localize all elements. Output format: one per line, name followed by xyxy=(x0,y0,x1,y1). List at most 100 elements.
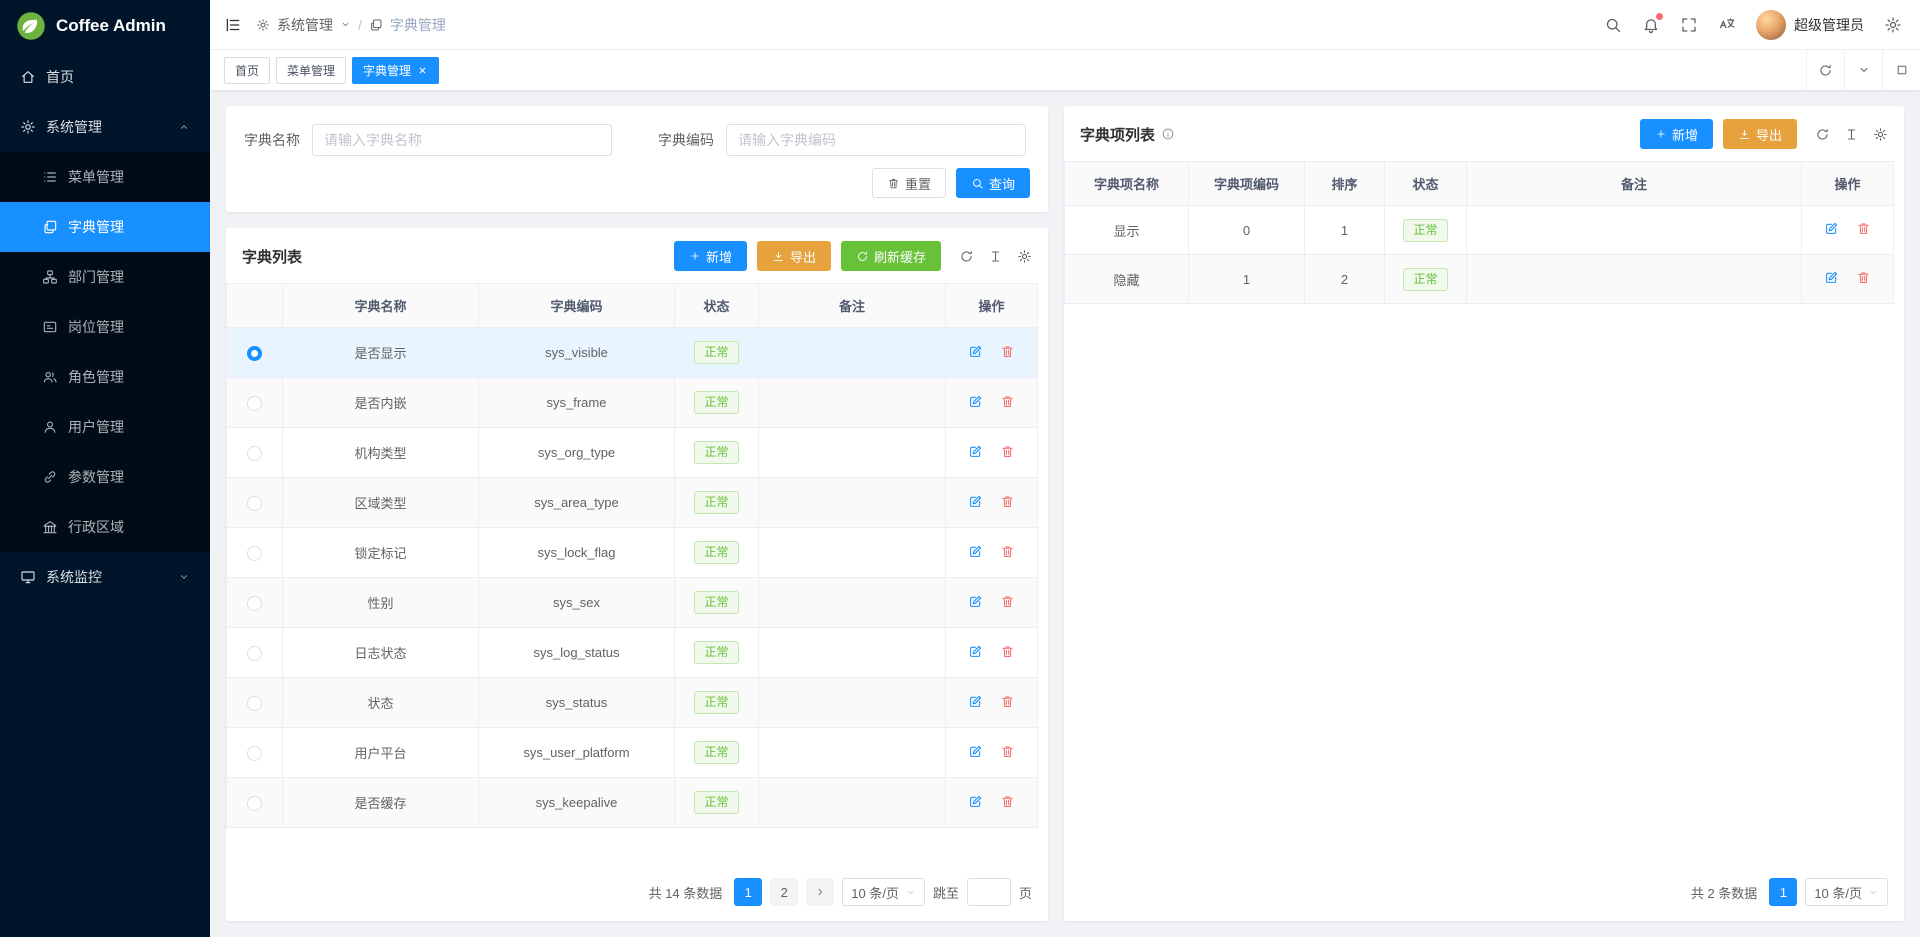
menu-fold-icon[interactable] xyxy=(224,16,242,34)
refresh-icon[interactable] xyxy=(959,249,974,264)
maximize-icon[interactable] xyxy=(1882,50,1920,90)
row-select-radio[interactable] xyxy=(247,796,262,811)
delete-icon[interactable] xyxy=(1000,394,1015,409)
sidebar-item-user-mgmt[interactable]: 用户管理 xyxy=(0,402,210,452)
row-select-radio[interactable] xyxy=(247,746,262,761)
table-row[interactable]: 用户平台 sys_user_platform 正常 xyxy=(227,728,1038,778)
user-menu[interactable]: 超级管理员 xyxy=(1756,10,1864,40)
column-settings-gear-icon[interactable] xyxy=(1017,249,1032,264)
delete-icon[interactable] xyxy=(1000,444,1015,459)
delete-icon[interactable] xyxy=(1000,794,1015,809)
row-select-radio[interactable] xyxy=(247,446,262,461)
breadcrumb-item-system[interactable]: 系统管理 xyxy=(277,15,333,35)
table-row[interactable]: 锁定标记 sys_lock_flag 正常 xyxy=(227,528,1038,578)
row-select-radio[interactable] xyxy=(247,646,262,661)
sidebar-group-system[interactable]: 系统管理 xyxy=(0,102,210,152)
refresh-cache-button[interactable]: 刷新缓存 xyxy=(841,241,941,271)
delete-icon[interactable] xyxy=(1856,270,1871,285)
table-row[interactable]: 是否缓存 sys_keepalive 正常 xyxy=(227,778,1038,828)
export-items-button[interactable]: 导出 xyxy=(1723,119,1797,149)
edit-icon[interactable] xyxy=(968,794,983,809)
avatar[interactable] xyxy=(1756,10,1786,40)
row-select-radio[interactable] xyxy=(247,546,262,561)
delete-icon[interactable] xyxy=(1000,594,1015,609)
edit-icon[interactable] xyxy=(1824,221,1839,236)
dict-code-input[interactable] xyxy=(726,124,1026,156)
page-button-1[interactable]: 1 xyxy=(734,878,762,906)
info-icon[interactable] xyxy=(1161,127,1175,141)
tab-home[interactable]: 首页 xyxy=(224,57,270,84)
translate-icon[interactable] xyxy=(1718,16,1736,34)
edit-icon[interactable] xyxy=(968,694,983,709)
sidebar-item-menu-mgmt[interactable]: 菜单管理 xyxy=(0,152,210,202)
tab-menu-mgmt[interactable]: 菜单管理 xyxy=(276,57,346,84)
edit-icon[interactable] xyxy=(968,444,983,459)
add-item-button[interactable]: 新增 xyxy=(1640,119,1713,149)
row-select-radio[interactable] xyxy=(247,346,262,361)
edit-icon[interactable] xyxy=(968,644,983,659)
edit-icon[interactable] xyxy=(968,344,983,359)
add-button[interactable]: 新增 xyxy=(674,241,747,271)
delete-icon[interactable] xyxy=(1000,644,1015,659)
delete-icon[interactable] xyxy=(1000,344,1015,359)
delete-icon[interactable] xyxy=(1000,744,1015,759)
row-select-radio[interactable] xyxy=(247,696,262,711)
bell-icon[interactable] xyxy=(1642,16,1660,34)
page-size-select[interactable]: 10 条/页 xyxy=(1805,878,1888,906)
sidebar-item-role-mgmt[interactable]: 角色管理 xyxy=(0,352,210,402)
sidebar-group-monitor[interactable]: 系统监控 xyxy=(0,552,210,602)
app-logo[interactable]: Coffee Admin xyxy=(0,0,210,52)
row-select-radio[interactable] xyxy=(247,496,262,511)
next-page-button[interactable] xyxy=(806,878,834,906)
close-icon[interactable] xyxy=(417,65,428,76)
edit-icon[interactable] xyxy=(968,494,983,509)
delete-icon[interactable] xyxy=(1856,221,1871,236)
page-size-select[interactable]: 10 条/页 xyxy=(842,878,925,906)
table-row[interactable]: 显示 0 1 正常 xyxy=(1065,206,1894,255)
row-select-radio[interactable] xyxy=(247,596,262,611)
chevron-down-icon[interactable] xyxy=(1844,50,1882,90)
dictionary-icon xyxy=(42,219,58,235)
edit-icon[interactable] xyxy=(968,544,983,559)
home-icon xyxy=(20,69,36,85)
edit-icon[interactable] xyxy=(1824,270,1839,285)
sidebar-item-region[interactable]: 行政区域 xyxy=(0,502,210,552)
delete-icon[interactable] xyxy=(1000,544,1015,559)
column-height-icon[interactable] xyxy=(988,249,1003,264)
settings-gear-icon[interactable] xyxy=(1884,16,1902,34)
sidebar-item-param-mgmt[interactable]: 参数管理 xyxy=(0,452,210,502)
table-row[interactable]: 区域类型 sys_area_type 正常 xyxy=(227,478,1038,528)
search-icon[interactable] xyxy=(1604,16,1622,34)
jump-page-input[interactable] xyxy=(967,878,1011,906)
sidebar-item-dept-mgmt[interactable]: 部门管理 xyxy=(0,252,210,302)
edit-icon[interactable] xyxy=(968,594,983,609)
export-button[interactable]: 导出 xyxy=(757,241,831,271)
dict-name-input[interactable] xyxy=(312,124,612,156)
sidebar-item-home[interactable]: 首页 xyxy=(0,52,210,102)
row-select-radio[interactable] xyxy=(247,396,262,411)
table-row[interactable]: 是否内嵌 sys_frame 正常 xyxy=(227,378,1038,428)
sidebar-item-post-mgmt[interactable]: 岗位管理 xyxy=(0,302,210,352)
reset-button[interactable]: 重置 xyxy=(872,168,946,198)
refresh-icon[interactable] xyxy=(1815,127,1830,142)
column-settings-gear-icon[interactable] xyxy=(1873,127,1888,142)
tab-dict-mgmt[interactable]: 字典管理 xyxy=(352,57,439,84)
sidebar-item-dict-mgmt[interactable]: 字典管理 xyxy=(0,202,210,252)
table-row[interactable]: 日志状态 sys_log_status 正常 xyxy=(227,628,1038,678)
page-button-2[interactable]: 2 xyxy=(770,878,798,906)
table-row[interactable]: 隐藏 1 2 正常 xyxy=(1065,255,1894,304)
delete-icon[interactable] xyxy=(1000,494,1015,509)
table-row[interactable]: 性别 sys_sex 正常 xyxy=(227,578,1038,628)
table-row[interactable]: 是否显示 sys_visible 正常 xyxy=(227,328,1038,378)
refresh-icon[interactable] xyxy=(1806,50,1844,90)
delete-icon[interactable] xyxy=(1000,694,1015,709)
table-row[interactable]: 机构类型 sys_org_type 正常 xyxy=(227,428,1038,478)
page-size-value: 10 条/页 xyxy=(851,883,899,902)
query-button[interactable]: 查询 xyxy=(956,168,1030,198)
column-height-icon[interactable] xyxy=(1844,127,1859,142)
edit-icon[interactable] xyxy=(968,744,983,759)
fullscreen-icon[interactable] xyxy=(1680,16,1698,34)
table-row[interactable]: 状态 sys_status 正常 xyxy=(227,678,1038,728)
edit-icon[interactable] xyxy=(968,394,983,409)
page-button-1[interactable]: 1 xyxy=(1769,878,1797,906)
